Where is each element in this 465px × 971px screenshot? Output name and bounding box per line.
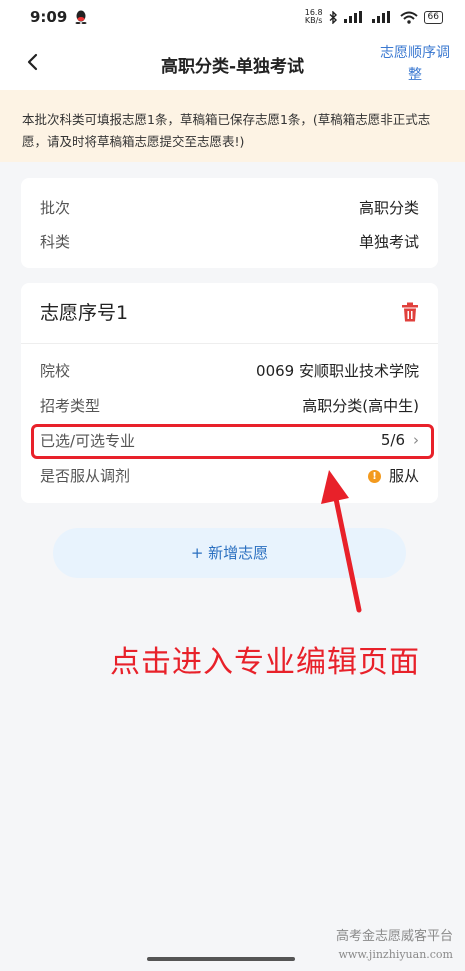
net-speed: 16.8 KB/s: [305, 9, 323, 25]
battery-icon: 66: [423, 10, 443, 24]
admission-type-label: 招考类型: [40, 396, 101, 415]
choice-title: 志愿序号1: [40, 302, 129, 324]
watermark-line2: www.jinzhiyuan.com: [338, 948, 453, 961]
bluetooth-icon: [329, 10, 337, 24]
adjustment-value: 服从: [388, 466, 419, 485]
signal-icon-2: [371, 11, 390, 23]
choice-card: 志愿序号1 院校 0069 安顺职业技术学院 招考类型 高职分类(高中生) 已选…: [21, 283, 438, 503]
status-time: 9:09: [30, 8, 68, 26]
qq-icon: [75, 10, 87, 24]
home-indicator[interactable]: [147, 957, 295, 961]
school-value: 0069 安顺职业技术学院: [256, 361, 419, 380]
status-bar: 9:09 16.8 KB/s 66: [0, 0, 465, 34]
admission-type-value: 高职分类(高中生): [302, 396, 419, 415]
plus-icon: +: [190, 544, 204, 562]
reorder-label-line1: 志愿顺序调: [380, 45, 450, 61]
add-choice-label: 新增志愿: [208, 544, 269, 562]
adjustment-value-wrap: ! 服从: [367, 465, 419, 486]
nav-bar: 高职分类-单独考试 志愿顺序调 整: [0, 34, 465, 90]
status-right: 16.8 KB/s 66: [305, 9, 443, 25]
batch-card: 批次 高职分类 科类 单独考试: [21, 178, 438, 268]
signal-icon: [343, 11, 362, 23]
draft-notice: 本批次科类可填报志愿1条，草稿箱已保存志愿1条，(草稿箱志愿非正式志愿，请及时将…: [0, 90, 465, 162]
subject-value: 单独考试: [358, 232, 419, 251]
adjustment-label: 是否服从调剂: [40, 466, 131, 485]
subject-label: 科类: [40, 232, 71, 251]
batch-label: 批次: [40, 198, 71, 217]
wifi-icon: [399, 11, 418, 24]
watermark-line1: 高考金志愿威客平台: [335, 929, 453, 944]
annotation-text: 点击进入专业编辑页面: [110, 645, 420, 680]
school-row: 院校 0069 安顺职业技术学院: [40, 355, 419, 385]
subject-row: 科类 单独考试: [40, 226, 419, 256]
reorder-choices-button[interactable]: 志愿顺序调 整: [375, 42, 455, 86]
watermark: 高考金志愿威客平台 www.jinzhiyuan.com: [336, 927, 453, 963]
admission-type-row: 招考类型 高职分类(高中生): [40, 390, 419, 420]
school-label: 院校: [40, 361, 71, 380]
arrow-icon: [321, 470, 362, 613]
batch-row: 批次 高职分类: [40, 192, 419, 222]
status-left: 9:09: [30, 8, 87, 26]
delete-icon[interactable]: [401, 302, 419, 322]
highlight-box: [31, 424, 434, 459]
card-divider: [21, 343, 438, 344]
reorder-label-line2: 整: [408, 67, 422, 83]
net-speed-unit: KB/s: [304, 16, 323, 25]
batch-value: 高职分类: [358, 198, 419, 217]
